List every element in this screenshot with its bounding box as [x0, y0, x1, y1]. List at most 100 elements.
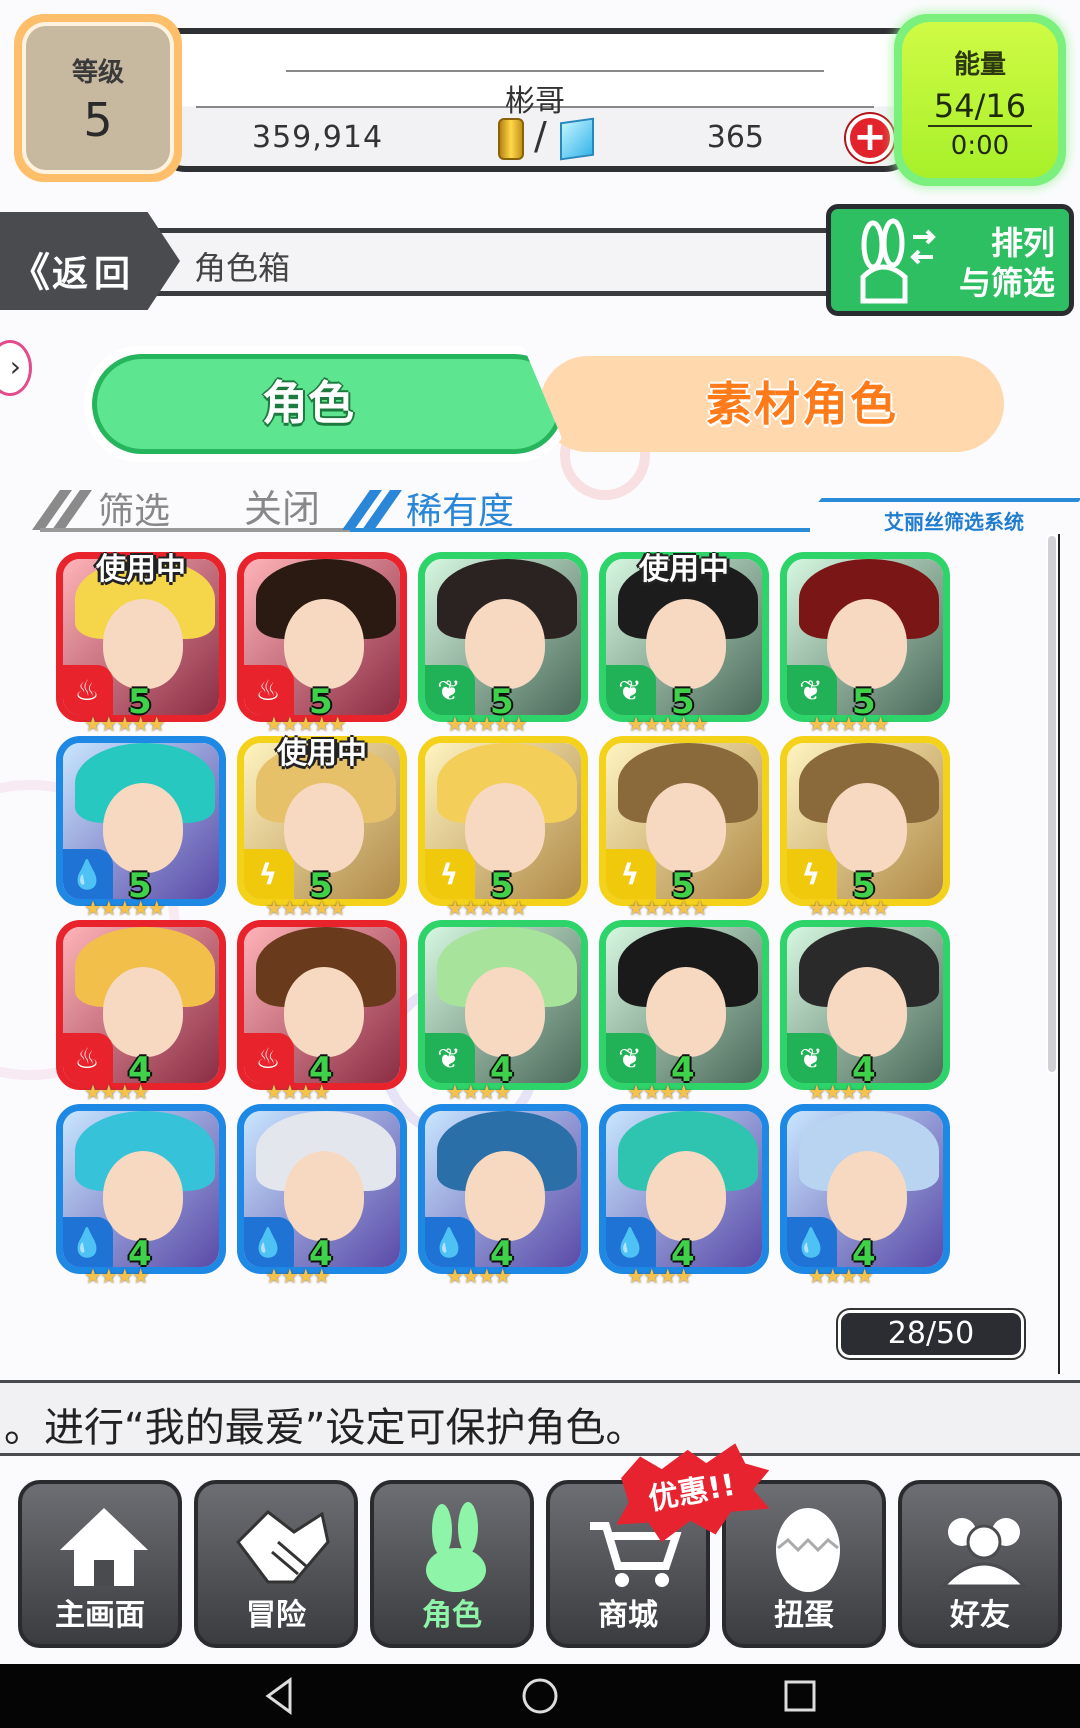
rarity-stars: ★★★★	[808, 1080, 874, 1104]
droplet-icon: 💧	[606, 1217, 656, 1267]
character-card[interactable]: ❦ 4 ★★★★	[780, 920, 950, 1110]
double-chevron-left-icon: 《	[10, 250, 50, 296]
character-card[interactable]: ♨ 5 ★★★★★	[237, 552, 407, 742]
rarity-stars: ★★★★★	[446, 712, 528, 736]
character-card[interactable]: 💧 4 ★★★★	[418, 1104, 588, 1294]
flame-icon: ♨	[63, 1033, 113, 1083]
rarity-stars: ★★★★★	[808, 896, 890, 920]
rarity-stars: ★★★★★	[84, 712, 166, 736]
currency-icons: /	[498, 114, 598, 162]
add-gems-button[interactable]: +	[846, 114, 894, 162]
rarity-stars: ★★★★★	[808, 712, 890, 736]
rabbit-icon	[426, 1502, 486, 1592]
tip-text: 。进行“我的最爱”设定可保护角色。	[4, 1405, 646, 1451]
character-card[interactable]: ϟ 5 ★★★★★	[418, 736, 588, 926]
lightning-icon: ϟ	[244, 849, 294, 899]
home-circle-icon[interactable]	[518, 1674, 562, 1718]
tab-characters-label: 角色	[92, 354, 564, 454]
rarity-stars: ★★★★	[84, 1080, 150, 1104]
lightning-icon: ϟ	[787, 849, 837, 899]
leaf-icon: ❦	[787, 1033, 837, 1083]
sort-filter-button[interactable]: 排列 与筛选	[826, 204, 1074, 316]
recents-square-icon[interactable]	[778, 1674, 822, 1718]
player-info-plate: 彬哥 359,914 / 365 +	[150, 28, 920, 172]
energy-badge[interactable]: 能量 54/16 0:00	[894, 14, 1066, 186]
flame-icon: ♨	[244, 665, 294, 715]
droplet-icon: 💧	[63, 849, 113, 899]
nav-friends-button[interactable]: 好友	[898, 1480, 1062, 1648]
character-card[interactable]: ϟ 5 ★★★★★	[780, 736, 950, 926]
rabbit-sort-icon	[860, 218, 936, 304]
side-panel-arrow-icon[interactable]: ›	[0, 340, 32, 396]
droplet-icon: 💧	[244, 1217, 294, 1267]
rarity-stars: ★★★★★	[627, 896, 709, 920]
character-card[interactable]: ϟ 5 ★★★★★	[599, 736, 769, 926]
filter-toggle[interactable]: 关闭	[244, 478, 320, 533]
character-card[interactable]: 💧 4 ★★★★	[237, 1104, 407, 1294]
character-card[interactable]: ❦ 4 ★★★★	[599, 920, 769, 1110]
sort-rarity-label[interactable]: 稀有度	[406, 482, 514, 534]
leaf-icon: ❦	[425, 1033, 475, 1083]
flame-icon: ♨	[244, 1033, 294, 1083]
rarity-stars: ★★★★	[84, 1264, 150, 1288]
character-card[interactable]: 💧 4 ★★★★	[56, 1104, 226, 1294]
tab-material-characters[interactable]: 素材角色	[540, 356, 1004, 452]
sort-label-2: 与筛选	[958, 264, 1055, 302]
rarity-stars: ★★★★	[627, 1264, 693, 1288]
lightning-icon: ϟ	[606, 849, 656, 899]
character-grid: ♨ 5 ★★★★★ 使用中 ♨ 5 ★★★★★ ❦ 5 ★★★★★ ❦ 5 ★★★★★ 使用中 ❦ 5 ★★★★…	[56, 552, 1036, 1378]
rarity-stars: ★★★★★	[84, 896, 166, 920]
nav-adventure-button[interactable]: 冒险	[194, 1480, 358, 1648]
character-card[interactable]: ❦ 5 ★★★★★ 使用中	[599, 552, 769, 742]
rarity-stars: ★★★★	[265, 1264, 331, 1288]
sort-label-1: 排列	[990, 224, 1055, 262]
character-card[interactable]: ♨ 4 ★★★★	[56, 920, 226, 1110]
back-button[interactable]: 《返回	[0, 212, 180, 310]
in-use-badge: 使用中	[96, 552, 186, 587]
friends-icon	[940, 1518, 1028, 1588]
rarity-stars: ★★★★	[627, 1080, 693, 1104]
handshake-icon	[236, 1510, 330, 1584]
character-card[interactable]: ϟ 5 ★★★★★ 使用中	[237, 736, 407, 926]
character-card[interactable]: ❦ 4 ★★★★	[418, 920, 588, 1110]
status-bar: 彬哥 359,914 / 365 + 等级 5 能量 54/16 0:00	[0, 0, 1080, 200]
character-card[interactable]: ❦ 5 ★★★★★	[418, 552, 588, 742]
nav-characters-label: 角色	[422, 1598, 482, 1633]
back-triangle-icon[interactable]	[258, 1674, 302, 1718]
scrollbar-track	[1058, 534, 1060, 1374]
leaf-icon: ❦	[425, 665, 475, 715]
alice-filter-system-label: 艾丽丝筛选系统	[884, 510, 1024, 534]
character-card[interactable]: 💧 4 ★★★★	[780, 1104, 950, 1294]
bottom-nav: 主画面 冒险 角色 商城 扭蛋 好友	[0, 1470, 1080, 1650]
nav-home-label: 主画面	[55, 1598, 145, 1633]
in-use-badge: 使用中	[277, 736, 367, 771]
tab-characters[interactable]: 角色	[84, 346, 572, 462]
nav-home-button[interactable]: 主画面	[18, 1480, 182, 1648]
nav-characters-button[interactable]: 角色	[370, 1480, 534, 1648]
rarity-stars: ★★★★	[446, 1264, 512, 1288]
gold-amount: 359,914	[252, 120, 384, 155]
scrollbar-thumb[interactable]	[1046, 534, 1058, 1074]
gem-amount: 365	[706, 120, 764, 155]
character-card[interactable]: ♨ 5 ★★★★★ 使用中	[56, 552, 226, 742]
page-title: 角色箱	[194, 249, 291, 287]
coin-icon	[498, 118, 524, 160]
currency-separator: /	[534, 114, 547, 158]
egg-icon	[776, 1508, 840, 1592]
character-card[interactable]: 💧 5 ★★★★★	[56, 736, 226, 926]
character-card[interactable]: ♨ 4 ★★★★	[237, 920, 407, 1110]
rarity-stars: ★★★★★	[627, 712, 709, 736]
lightning-icon: ϟ	[425, 849, 475, 899]
energy-value: 54/16	[927, 87, 1033, 127]
droplet-icon: 💧	[63, 1217, 113, 1267]
system-underline	[818, 498, 1080, 502]
droplet-icon: 💧	[425, 1217, 475, 1267]
character-card[interactable]: 💧 4 ★★★★	[599, 1104, 769, 1294]
filter-row: 筛选 关闭 稀有度 艾丽丝筛选系统	[0, 476, 1080, 536]
droplet-icon: 💧	[787, 1217, 837, 1267]
box-count-badge: 28/50	[838, 1310, 1024, 1358]
rarity-stars: ★★★★	[265, 1080, 331, 1104]
rarity-stars: ★★★★	[808, 1264, 874, 1288]
character-card[interactable]: ❦ 5 ★★★★★	[780, 552, 950, 742]
flame-icon: ♨	[63, 665, 113, 715]
